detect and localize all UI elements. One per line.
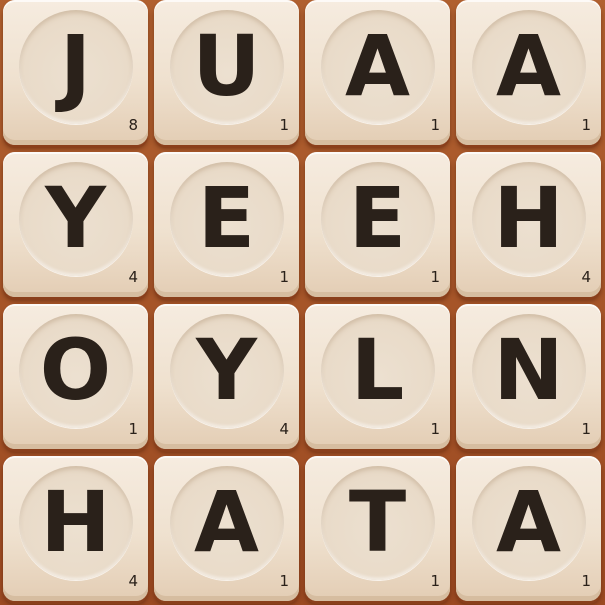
tile-r1-c2[interactable]: U1	[154, 0, 299, 145]
tile-r4-c2[interactable]: A1	[154, 456, 299, 601]
tile-points: 8	[128, 116, 138, 134]
tile-points: 1	[581, 116, 591, 134]
tile-r4-c1[interactable]: H4	[3, 456, 148, 601]
tile-points: 1	[581, 572, 591, 590]
tile-letter: L	[350, 321, 405, 419]
tile-r4-c4[interactable]: A1	[456, 456, 601, 601]
tile-r3-c1[interactable]: O1	[3, 304, 148, 449]
tile-letter: Y	[196, 321, 257, 419]
tile-points: 4	[279, 420, 289, 438]
tile-r2-c1[interactable]: Y4	[3, 152, 148, 297]
tile-points: 4	[128, 268, 138, 286]
tile-points: 1	[279, 572, 289, 590]
tile-points: 1	[430, 572, 440, 590]
tile-points: 1	[581, 420, 591, 438]
tile-r2-c2[interactable]: E1	[154, 152, 299, 297]
tile-r1-c1[interactable]: J8	[3, 0, 148, 145]
tile-letter: A	[495, 473, 561, 571]
tile-r3-c2[interactable]: Y4	[154, 304, 299, 449]
tile-points: 1	[128, 420, 138, 438]
tile-r1-c4[interactable]: A1	[456, 0, 601, 145]
tile-points: 4	[128, 572, 138, 590]
tile-letter: T	[348, 473, 407, 571]
tile-letter: Y	[45, 169, 106, 267]
tile-r4-c3[interactable]: T1	[305, 456, 450, 601]
tile-points: 1	[279, 116, 289, 134]
tile-letter: E	[197, 169, 256, 267]
tile-letter: H	[493, 169, 564, 267]
letter-board: J8 U1 A1 A1 Y4 E1 E1 H4 O1 Y4 L1 N1 H4 A…	[0, 0, 605, 605]
tile-r2-c4[interactable]: H4	[456, 152, 601, 297]
tile-letter: A	[495, 17, 561, 115]
tile-letter: U	[192, 17, 261, 115]
tile-letter: E	[348, 169, 407, 267]
tile-points: 1	[430, 116, 440, 134]
tile-r3-c4[interactable]: N1	[456, 304, 601, 449]
tile-points: 1	[279, 268, 289, 286]
tile-grid: J8 U1 A1 A1 Y4 E1 E1 H4 O1 Y4 L1 N1 H4 A…	[3, 0, 605, 602]
tile-letter: A	[344, 17, 410, 115]
tile-letter: A	[193, 473, 259, 571]
tile-r1-c3[interactable]: A1	[305, 0, 450, 145]
tile-letter: J	[59, 17, 92, 115]
tile-points: 1	[430, 420, 440, 438]
tile-letter: N	[493, 321, 564, 419]
tile-points: 4	[581, 268, 591, 286]
tile-points: 1	[430, 268, 440, 286]
tile-r2-c3[interactable]: E1	[305, 152, 450, 297]
tile-letter: O	[39, 321, 112, 419]
tile-r3-c3[interactable]: L1	[305, 304, 450, 449]
tile-letter: H	[40, 473, 111, 571]
